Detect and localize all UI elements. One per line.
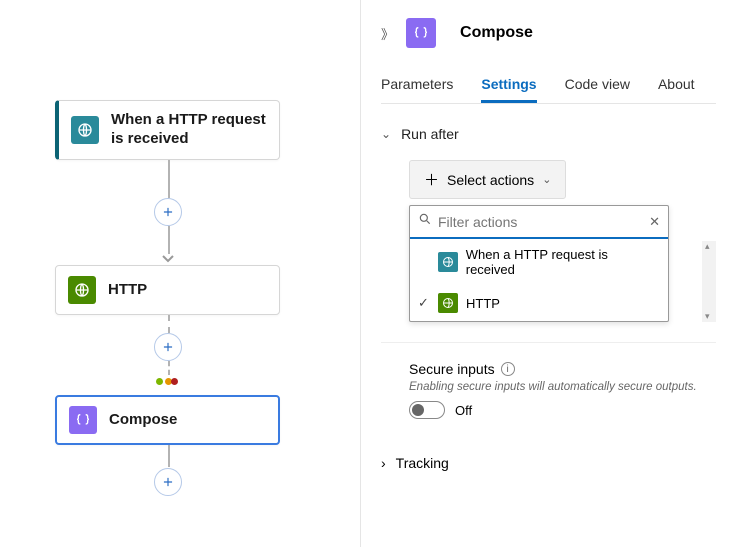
connector-line <box>168 361 170 375</box>
search-icon <box>418 212 432 231</box>
filter-actions-row: ✕ <box>410 206 668 239</box>
panel-title: Compose <box>460 24 533 42</box>
chevron-right-icon: › <box>381 455 386 471</box>
globe-icon <box>71 116 99 144</box>
tab-about[interactable]: About <box>658 76 695 103</box>
globe-icon <box>438 252 458 272</box>
select-actions-button[interactable]: ＋ Select actions ⌄ <box>409 160 566 199</box>
actions-dropdown: ✕ When a HTTP request is received ✓ HTTP <box>409 205 669 322</box>
section-label: Run after <box>401 126 459 142</box>
tab-settings[interactable]: Settings <box>481 76 536 103</box>
add-step-button[interactable] <box>154 468 182 496</box>
button-label: Select actions <box>447 172 534 188</box>
check-icon: ✓ <box>418 295 429 311</box>
add-step-button[interactable] <box>154 333 182 361</box>
dropdown-item-trigger[interactable]: When a HTTP request is received <box>410 239 668 285</box>
arrow-icon <box>162 252 174 264</box>
braces-icon <box>69 406 97 434</box>
chevron-down-icon: ⌄ <box>542 173 551 186</box>
setting-description: Enabling secure inputs will automaticall… <box>409 381 716 393</box>
secure-inputs-toggle[interactable] <box>409 401 445 419</box>
node-label: Compose <box>109 411 177 430</box>
run-after-status-dots <box>156 378 178 385</box>
section-run-after[interactable]: ⌄ Run after <box>381 126 716 142</box>
divider <box>381 342 716 343</box>
globe-icon <box>68 276 96 304</box>
connector-line <box>168 445 170 467</box>
dropdown-item-http[interactable]: ✓ HTTP <box>410 285 668 321</box>
toggle-state-label: Off <box>455 403 472 418</box>
node-label: HTTP <box>108 281 147 300</box>
dropdown-item-label: When a HTTP request is received <box>466 247 658 277</box>
panel-tabs: Parameters Settings Code view About <box>381 76 716 104</box>
designer-canvas[interactable]: When a HTTP request is received HTTP Com… <box>0 0 360 547</box>
tab-code-view[interactable]: Code view <box>565 76 630 103</box>
braces-icon <box>406 18 436 48</box>
globe-icon <box>438 293 458 313</box>
node-trigger-http-request[interactable]: When a HTTP request is received <box>55 100 280 160</box>
action-settings-panel: 》 Compose Parameters Settings Code view … <box>360 0 736 547</box>
add-step-button[interactable] <box>154 198 182 226</box>
clear-icon[interactable]: ✕ <box>649 214 660 230</box>
scrollbar[interactable] <box>702 241 716 322</box>
connector-line <box>168 160 170 198</box>
connector-line <box>168 226 170 254</box>
tab-parameters[interactable]: Parameters <box>381 76 453 103</box>
chevron-down-icon: ⌄ <box>381 127 391 141</box>
section-label: Tracking <box>396 455 449 471</box>
panel-header: 》 Compose <box>381 18 716 48</box>
connector-line <box>168 315 170 333</box>
secure-inputs-setting: Secure inputs i Enabling secure inputs w… <box>409 361 716 419</box>
node-compose[interactable]: Compose <box>55 395 280 445</box>
collapse-panel-icon[interactable]: 》 <box>381 24 394 43</box>
node-http[interactable]: HTTP <box>55 265 280 315</box>
setting-label: Secure inputs <box>409 361 495 377</box>
dropdown-item-label: HTTP <box>466 296 500 311</box>
filter-actions-input[interactable] <box>438 214 643 230</box>
section-tracking[interactable]: › Tracking <box>381 455 716 471</box>
plus-icon: ＋ <box>424 169 439 190</box>
info-icon[interactable]: i <box>501 362 515 376</box>
node-label: When a HTTP request is received <box>111 111 267 149</box>
